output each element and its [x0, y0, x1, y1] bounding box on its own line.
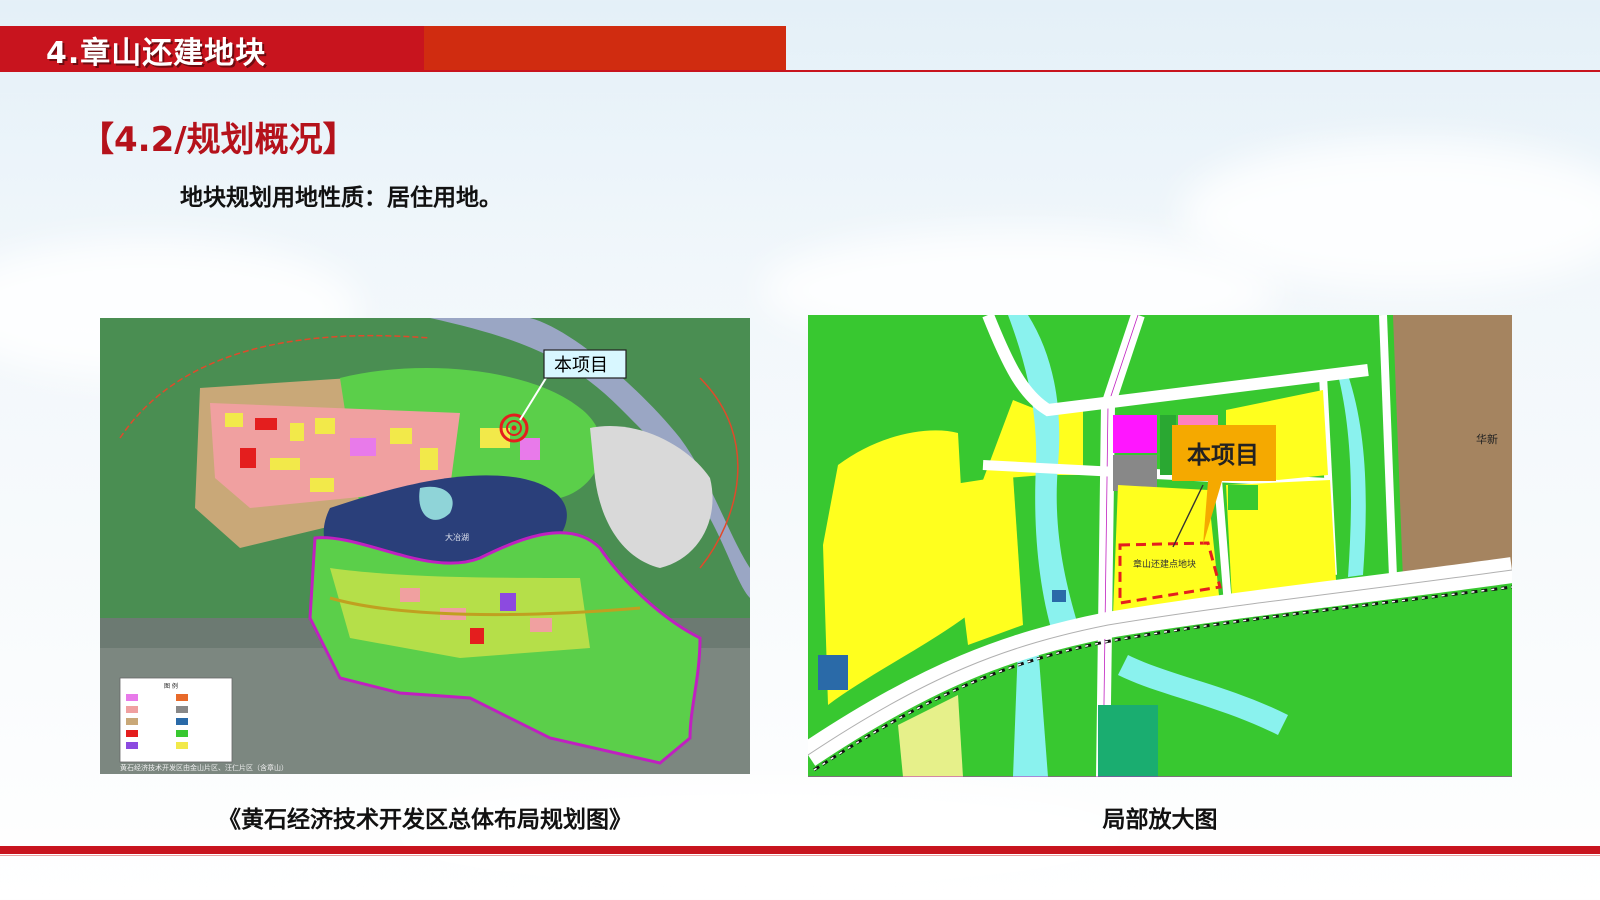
project-parcel-area — [1113, 485, 1220, 615]
zoomed-map-graphic: 华新 章山还建点地块 本项目 — [808, 315, 1512, 777]
header-bar-accent — [424, 26, 786, 70]
background-cloud — [380, 780, 1140, 890]
map-footer-note: 黄石经济技术开发区由金山片区、汪仁片区（含章山） — [120, 763, 288, 772]
lake-label: 大冶湖 — [445, 532, 469, 542]
master-plan-map: 大冶湖 本项目 图 例 黄石经济技术开发区由金山片区、汪仁片区（含章山） — [100, 318, 750, 774]
land-use-description: 地块规划用地性质：居住用地。 — [180, 185, 502, 211]
edge-label: 华新 — [1476, 432, 1498, 446]
zoomed-map-caption: 局部放大图 — [1102, 807, 1218, 833]
footer-divider — [0, 855, 1600, 856]
parcel-label: 章山还建点地块 — [1133, 558, 1196, 570]
project-callout-label: 本项目 — [1187, 441, 1259, 469]
page-title: 4.章山还建地块 — [46, 36, 267, 71]
master-plan-caption: 《黄石经济技术开发区总体布局规划图》 — [218, 807, 632, 833]
project-callout-label: 本项目 — [554, 355, 608, 376]
master-plan-map-graphic: 大冶湖 本项目 图 例 黄石经济技术开发区由金山片区、汪仁片区（含章山） — [100, 318, 750, 774]
section-title: 【4.2/规划概况】 — [80, 120, 357, 160]
zoomed-map: 华新 章山还建点地块 本项目 — [808, 315, 1512, 777]
footer-bar — [0, 846, 1600, 854]
legend-title: 图 例 — [164, 682, 178, 690]
